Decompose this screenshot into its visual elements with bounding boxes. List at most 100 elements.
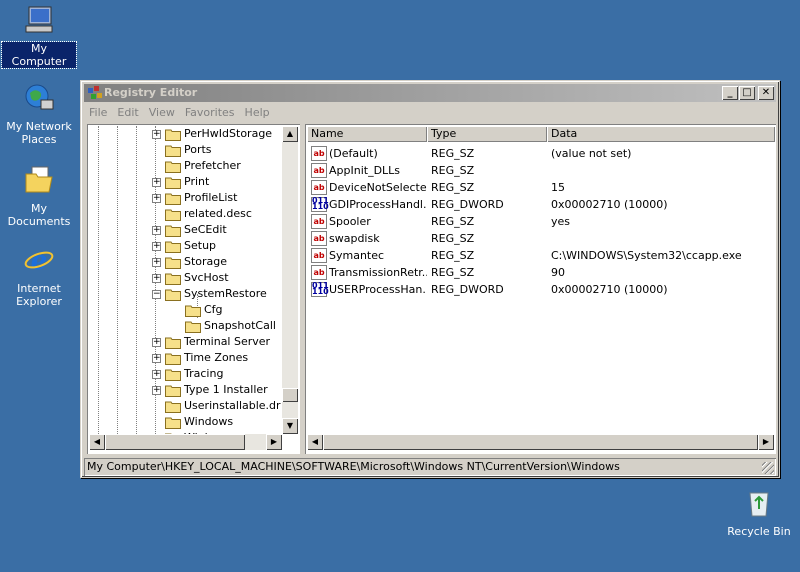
value-row[interactable]: ab Symantec REG_SZ C:\WINDOWS\System32\ccap…	[307, 247, 775, 264]
tree-item-label: Type 1 Installer	[184, 383, 268, 396]
value-name-cell: ab Symantec	[307, 247, 427, 264]
tree-item[interactable]: Userinstallable.dr	[165, 398, 281, 414]
value-name-cell: ab TransmissionRetr...	[307, 264, 427, 281]
reg-string-value-icon: ab	[311, 265, 327, 280]
scroll-down-button[interactable]: ▼	[282, 418, 298, 434]
tree-item[interactable]: + Time Zones	[152, 350, 249, 366]
tree-expander-icon[interactable]: +	[152, 193, 161, 203]
value-data: (value not set)	[551, 147, 632, 160]
value-row[interactable]: ab DeviceNotSelecte... REG_SZ 15	[307, 179, 775, 196]
folder-icon	[165, 177, 181, 189]
scroll-thumb[interactable]	[282, 388, 298, 402]
tree-horizontal-scrollbar[interactable]: ◀ ▶	[89, 434, 282, 450]
value-row[interactable]: ab TransmissionRetr... REG_SZ 90	[307, 264, 775, 281]
value-type: REG_SZ	[431, 249, 475, 262]
column-header-type[interactable]: Type	[427, 126, 547, 142]
desktop-icon-my-documents[interactable]: My Documents	[2, 164, 76, 228]
tree-expander-icon[interactable]: +	[152, 337, 161, 347]
tree-item-label: Cfg	[204, 303, 223, 316]
menu-favorites[interactable]: Favorites	[180, 104, 240, 122]
scroll-left-button[interactable]: ◀	[307, 434, 323, 450]
tree-item[interactable]: − SystemRestore	[152, 286, 267, 302]
status-path: My Computer\HKEY_LOCAL_MACHINE\SOFTWARE\…	[87, 460, 620, 473]
value-row[interactable]: ab (Default) REG_SZ (value not set)	[307, 145, 775, 162]
close-button[interactable]: ✕	[758, 86, 774, 100]
tree-expander-icon[interactable]: −	[152, 289, 161, 299]
tree-item[interactable]: + Terminal Server	[152, 334, 270, 350]
tree-expander-icon[interactable]: +	[152, 225, 161, 235]
column-header-data[interactable]: Data	[547, 126, 775, 142]
tree-item[interactable]: + Storage	[152, 254, 227, 270]
tree-item[interactable]: + ProfileList	[152, 190, 237, 206]
value-name-cell: ab DeviceNotSelecte...	[307, 179, 427, 196]
tree-expander-icon[interactable]: +	[152, 257, 161, 267]
resize-grip-icon[interactable]	[762, 462, 774, 474]
tree-item[interactable]: related.desc	[165, 206, 252, 222]
list-horizontal-scrollbar[interactable]: ◀ ▶	[307, 434, 774, 450]
scroll-left-button[interactable]: ◀	[89, 434, 105, 450]
desktop-icon-my-network-places[interactable]: My Network Places	[2, 82, 76, 146]
tree-item-label: related.desc	[184, 207, 252, 220]
scroll-thumb[interactable]	[105, 434, 245, 450]
scroll-up-button[interactable]: ▲	[282, 126, 298, 142]
tree-item-label: Prefetcher	[184, 159, 241, 172]
tree-item[interactable]: Ports	[165, 142, 212, 158]
column-header-name[interactable]: Name	[307, 126, 427, 142]
tree-item[interactable]: + Type 1 Installer	[152, 382, 268, 398]
tree-item[interactable]: + PerHwIdStorage	[152, 126, 272, 142]
reg-string-value-icon: ab	[311, 214, 327, 229]
maximize-button[interactable]: □	[739, 86, 755, 100]
value-row[interactable]: 011 110 USERProcessHan... REG_DWORD 0x000027…	[307, 281, 775, 298]
registry-values-list[interactable]: Name Type Data ab (Default) REG_SZ (value n…	[305, 124, 776, 454]
tree-item[interactable]: Windows	[165, 414, 233, 430]
value-name-cell: ab (Default)	[307, 145, 427, 162]
tree-expander-icon[interactable]: +	[152, 273, 161, 283]
tree-vertical-scrollbar[interactable]: ▲ ▼	[282, 126, 298, 434]
tree-item-label: Time Zones	[184, 351, 249, 364]
menu-view[interactable]: View	[144, 104, 180, 122]
tree-item[interactable]: Cfg	[185, 302, 223, 318]
value-row[interactable]: 011 110 GDIProcessHandl... REG_DWORD 0x00002…	[307, 196, 775, 213]
value-row[interactable]: ab swapdisk REG_SZ	[307, 230, 775, 247]
value-data: 90	[551, 266, 565, 279]
value-name: USERProcessHan...	[329, 283, 427, 296]
tree-expander-icon[interactable]: +	[152, 177, 161, 187]
svg-text:e: e	[31, 246, 48, 276]
tree-expander-icon[interactable]: +	[152, 241, 161, 251]
scroll-right-button[interactable]: ▶	[266, 434, 282, 450]
tree-expander-icon[interactable]: +	[152, 385, 161, 395]
menu-help[interactable]: Help	[240, 104, 275, 122]
tree-item[interactable]: SnapshotCall	[185, 318, 276, 334]
tree-item-label: Ports	[184, 143, 212, 156]
desktop-icon-recycle-bin[interactable]: Recycle Bin	[722, 487, 796, 538]
tree-item[interactable]: + Setup	[152, 238, 216, 254]
tree-item[interactable]: + SvcHost	[152, 270, 229, 286]
desktop-icon-internet-explorer[interactable]: e Internet Explorer	[2, 244, 76, 308]
tree-item[interactable]: + Tracing	[152, 366, 223, 382]
title-bar[interactable]: Registry Editor _ □ ✕	[84, 84, 776, 102]
menu-file[interactable]: File	[84, 104, 112, 122]
value-name: (Default)	[329, 147, 378, 160]
value-row[interactable]: ab AppInit_DLLs REG_SZ	[307, 162, 775, 179]
scroll-right-button[interactable]: ▶	[758, 434, 774, 450]
menu-edit[interactable]: Edit	[112, 104, 143, 122]
folder-icon	[165, 161, 181, 173]
tree-expander-icon[interactable]: +	[152, 369, 161, 379]
tree-expander-icon[interactable]: +	[152, 129, 161, 139]
desktop-icon-my-computer[interactable]: My Computer	[1, 4, 77, 69]
tree-expander-icon[interactable]: +	[152, 353, 161, 363]
value-name: DeviceNotSelecte...	[329, 181, 427, 194]
tree-item[interactable]: + Print	[152, 174, 209, 190]
scroll-thumb[interactable]	[323, 434, 758, 450]
minimize-button[interactable]: _	[722, 86, 738, 100]
tree-item[interactable]: + SeCEdit	[152, 222, 227, 238]
folder-icon	[165, 417, 181, 429]
registry-key-tree[interactable]: + PerHwIdStorage Ports Prefetcher + Print + Pro…	[87, 124, 300, 454]
value-data	[547, 230, 775, 247]
registry-editor-window: Registry Editor _ □ ✕ File Edit View Fav…	[80, 80, 780, 478]
desktop-icon-label: Internet Explorer	[16, 282, 62, 308]
value-row[interactable]: ab Spooler REG_SZ yes	[307, 213, 775, 230]
menu-bar: File Edit View Favorites Help	[84, 104, 275, 122]
tree-item[interactable]: Prefetcher	[165, 158, 241, 174]
reg-string-value-icon: ab	[311, 163, 327, 178]
